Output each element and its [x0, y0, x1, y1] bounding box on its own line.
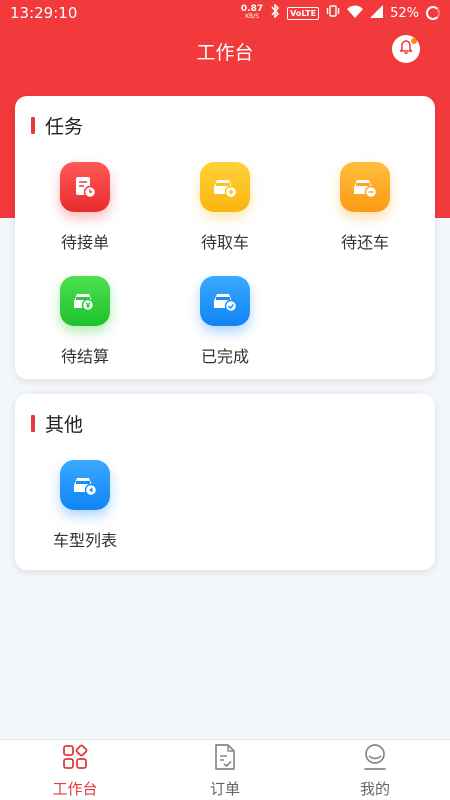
- tab-workbench[interactable]: 工作台: [0, 740, 150, 800]
- tile-label: 待还车: [340, 233, 389, 252]
- tile-label: 待接单: [60, 233, 109, 252]
- tab-label: 工作台: [52, 780, 98, 798]
- grid-icon: [61, 743, 89, 771]
- status-bar: 13:29:10 0.87 KB/S VoLTE 52%: [0, 0, 450, 26]
- tasks-card: 任务 待接单 待取车 待还车 待结算 已完成: [15, 96, 435, 379]
- section-accent-bar: [31, 415, 35, 432]
- volte-badge: VoLTE: [287, 6, 320, 20]
- user-icon: [361, 743, 389, 771]
- task-pending-accept[interactable]: 待接单: [35, 162, 135, 253]
- signal-icon: [370, 4, 384, 22]
- notification-dot: [411, 38, 417, 44]
- bottom-tab-bar: 工作台 订单 我的: [0, 739, 450, 800]
- other-card: 其他 车型列表: [15, 394, 435, 570]
- tile-label: 车型列表: [52, 531, 117, 550]
- task-pending-pickup[interactable]: 待取车: [175, 162, 275, 253]
- page-title: 工作台: [196, 41, 254, 64]
- car-model-list[interactable]: 车型列表: [35, 460, 135, 551]
- tab-label: 订单: [209, 780, 240, 798]
- tile-label: 待结算: [60, 347, 109, 366]
- car-settle-icon: [60, 276, 110, 326]
- battery-text: 52%: [390, 5, 419, 21]
- net-speed: 0.87 KB/S: [240, 4, 264, 21]
- tile-label: 已完成: [200, 347, 249, 366]
- vibrate-icon: [326, 4, 340, 22]
- bluetooth-icon: [270, 3, 280, 22]
- car-check-icon: [200, 276, 250, 326]
- task-pending-settle[interactable]: 待结算: [35, 276, 135, 367]
- status-icons: 0.87 KB/S VoLTE 52%: [240, 3, 440, 22]
- wifi-icon: [347, 5, 364, 22]
- tab-orders[interactable]: 订单: [150, 740, 300, 800]
- car-minus-icon: [340, 162, 390, 212]
- tile-label: 待取车: [200, 233, 249, 252]
- tasks-section-title: 任务: [31, 112, 83, 139]
- app-header: 工作台: [0, 30, 450, 72]
- status-time: 13:29:10: [10, 4, 78, 22]
- tab-label: 我的: [359, 780, 390, 798]
- section-accent-bar: [31, 117, 35, 134]
- task-completed[interactable]: 已完成: [175, 276, 275, 367]
- task-pending-return[interactable]: 待还车: [315, 162, 415, 253]
- battery-icon: [426, 6, 440, 20]
- notification-button[interactable]: [392, 35, 420, 63]
- tab-mine[interactable]: 我的: [300, 740, 450, 800]
- order-clock-icon: [60, 162, 110, 212]
- other-section-title: 其他: [31, 410, 83, 437]
- document-icon: [211, 743, 239, 771]
- car-list-icon: [60, 460, 110, 510]
- car-add-icon: [200, 162, 250, 212]
